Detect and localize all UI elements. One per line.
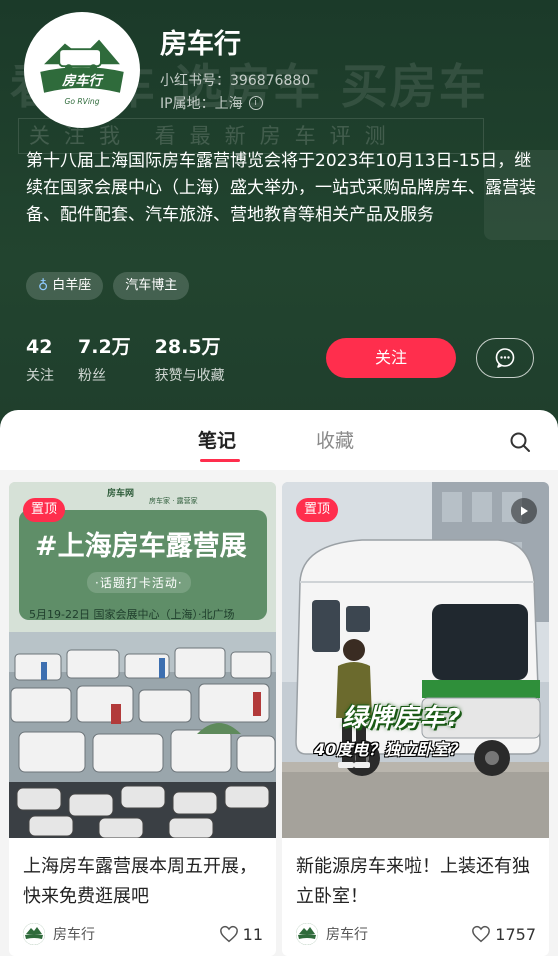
cover-subheadline: 40度电？独立卧室？ [314,740,465,759]
note-cover-image[interactable]: 绿牌房车? 40度电？独立卧室？ 置顶 [282,482,549,838]
search-button[interactable] [508,430,532,454]
cover-photo [282,482,549,838]
search-icon [510,432,530,452]
profile-header: 看房车 选房车 买房车 关注我 看最新房车评测 房车行 Go RVing 房车行… [0,0,558,440]
profile-tags: ♁ 白羊座 汽车博主 [26,272,190,300]
like-count: 11 [242,924,263,944]
author-avatar[interactable] [296,923,318,945]
stat-value: 42 [26,336,53,358]
avatar-logo-sub: Go RVing [64,97,99,106]
ip-location: IP属地：上海 i [160,93,263,113]
author-logo-icon [23,923,45,945]
tab-collections[interactable]: 收藏 [316,426,354,453]
profile-name: 房车行 [160,29,241,60]
stat-value: 7.2万 [78,336,131,358]
notes-feed: 房车网 房车家 · 露营家 #上海房车露营展 ·话题打卡活动· 5月19-22日… [0,470,558,956]
author-name[interactable]: 房车行 [53,924,219,944]
avatar[interactable]: 房车行 Go RVing [24,12,140,128]
note-footer: 房车行 11 [23,922,263,946]
profile-stats: 42 关注 7.2万 粉丝 28.5万 获赞与收藏 [26,335,225,385]
heart-icon [472,925,491,943]
follow-button[interactable]: 关注 [326,338,456,378]
like-button[interactable]: 11 [219,925,263,944]
profile-bio: 第十八届上海国际房车露营博览会将于2023年10月13日-15日，继续在国家会展… [26,151,536,225]
author-avatar[interactable] [23,923,45,945]
avatar-logo-main: 房车行 [61,73,105,89]
note-title[interactable]: 上海房车露营展本周五开展，快来免费逛展吧 [23,852,263,912]
info-icon[interactable]: i [248,96,263,110]
stat-label: 获赞与收藏 [154,368,225,384]
female-icon: ♁ [38,278,49,294]
heart-icon [219,925,238,943]
author-logo-icon [296,923,318,945]
note-card[interactable]: 房车网 房车家 · 露营家 #上海房车露营展 ·话题打卡活动· 5月19-22日… [9,482,276,956]
cover-title: #上海房车露营展 [35,531,247,562]
stat-likes-collections[interactable]: 28.5万 获赞与收藏 [155,335,225,385]
cover-date: 5月19-22日 国家会展中心（上海）·北广场 [29,608,235,621]
note-card[interactable]: 绿牌房车? 40度电？独立卧室？ 置顶 新能源房车来啦！上装还有独立卧室！ 房车… [282,482,549,956]
content-tabs: 笔记 收藏 [0,410,558,470]
cover-subtitle: ·话题打卡活动· [87,572,191,593]
cover-headline: 绿牌房车? [342,703,462,732]
note-footer: 房车行 1757 [296,922,536,946]
stat-value: 28.5万 [154,336,221,358]
tag-label: 白羊座 [52,278,92,293]
video-play-icon [511,498,537,524]
stat-label: 粉丝 [78,368,106,384]
pinned-badge: 置顶 [296,498,339,522]
stat-label: 关注 [26,368,54,384]
tab-notes[interactable]: 笔记 [198,426,236,453]
tag-label: 汽车博主 [125,278,178,293]
note-title[interactable]: 新能源房车来啦！上装还有独立卧室！ [296,852,536,912]
tag-zodiac: ♁ 白羊座 [26,272,104,300]
ip-location-text: IP属地：上海 [160,96,243,112]
user-id[interactable]: 小红书号：396876880 [160,70,310,90]
like-button[interactable]: 1757 [471,925,536,944]
message-button[interactable] [476,338,534,378]
note-cover-image[interactable]: 房车网 房车家 · 露营家 #上海房车露营展 ·话题打卡活动· 5月19-22日… [9,482,276,838]
stat-fans[interactable]: 7.2万 粉丝 [78,335,131,385]
author-name[interactable]: 房车行 [326,924,471,944]
cover-logo-b: 房车家 · 露营家 [149,497,198,505]
pinned-badge: 置顶 [23,498,66,522]
like-count: 1757 [495,924,536,944]
cover-logo-a: 房车网 [107,489,135,499]
user-id-text: 小红书号：396876880 [160,73,311,89]
avatar-logo-icon: 房车行 Go RVing [27,15,137,125]
stat-following[interactable]: 42 关注 [26,335,54,385]
active-tab-indicator [200,459,240,462]
tag-role: 汽车博主 [113,272,190,300]
chat-bubble-icon [495,348,515,368]
